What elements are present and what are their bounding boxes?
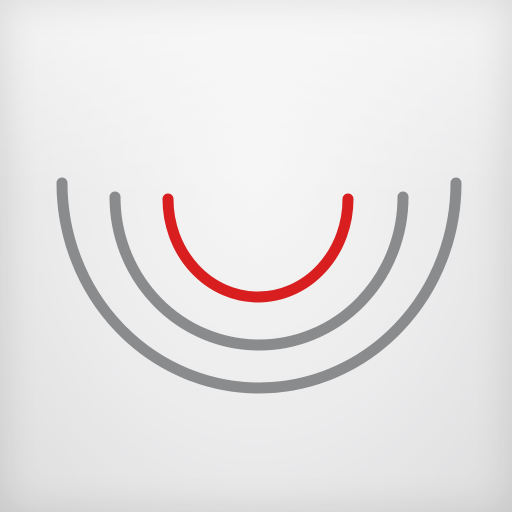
signal-arcs-icon [56, 177, 462, 394]
middle-arc [109, 191, 409, 351]
inner-red-arc [162, 193, 354, 303]
app-icon[interactable] [0, 0, 512, 512]
